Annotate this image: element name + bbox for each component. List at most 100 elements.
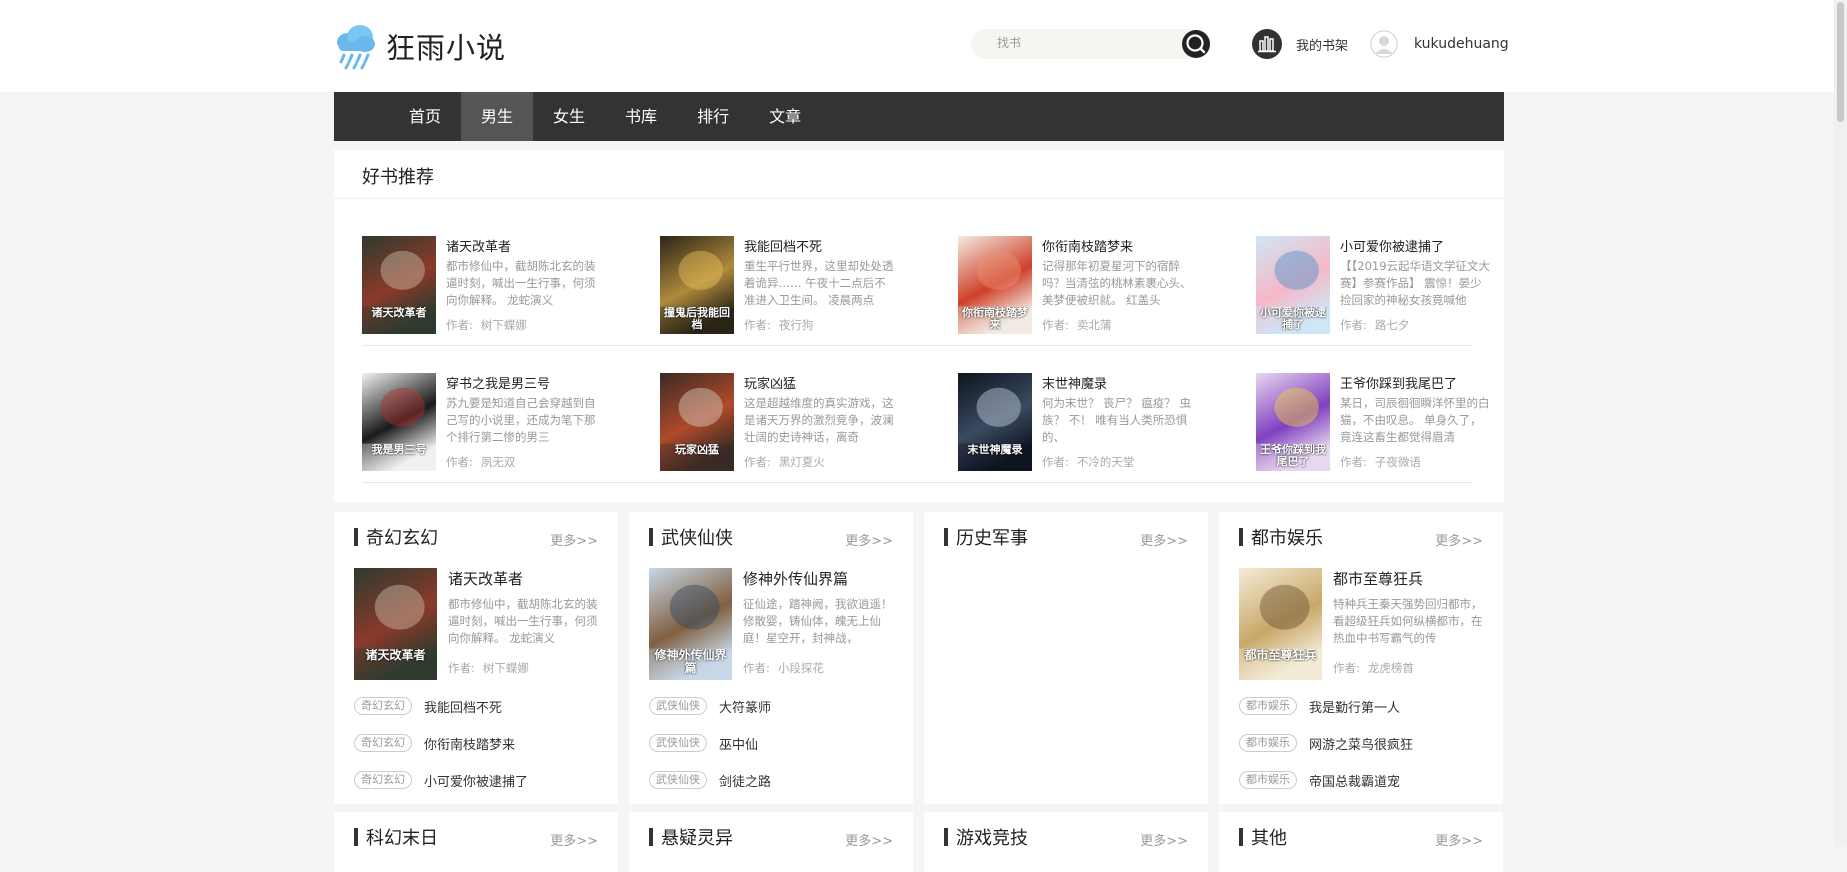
book-cover[interactable]: 都市至尊狂兵	[1239, 568, 1322, 680]
category-title[interactable]: 科幻末日	[366, 824, 438, 850]
list-item[interactable]: 都市娱乐 我是勤行第一人	[1239, 696, 1400, 716]
category-title[interactable]: 游戏竞技	[956, 824, 1028, 850]
category-tag[interactable]: 武侠仙侠	[649, 734, 707, 752]
book-title[interactable]: 末世神魔录	[1042, 373, 1107, 392]
recommend-book[interactable]: 王爷你踩到我尾巴了 王爷你踩到我尾巴了 某日，司辰徊徊瞬洋怀里的白猫，不由叹息。 单…	[1256, 373, 1516, 473]
book-title[interactable]: 剑徒之路	[719, 771, 771, 790]
book-title[interactable]: 王爷你踩到我尾巴了	[1340, 373, 1457, 392]
category-title[interactable]: 其他	[1251, 824, 1287, 850]
book-cover[interactable]: 诸天改革者	[362, 236, 436, 334]
recommend-book[interactable]: 玩家凶猛 玩家凶猛 这是超越维度的真实游戏，这是诸天万界的激烈竞争，波澜壮阔的史诗神…	[660, 373, 920, 473]
featured-book[interactable]: 都市至尊狂兵 都市至尊狂兵 特种兵王秦天强势回归都市，看超级狂兵如何纵横都市，在热血…	[1239, 568, 1489, 682]
book-title[interactable]: 诸天改革者	[448, 568, 523, 589]
recommend-book[interactable]: 你衔南枝踏梦来 你衔南枝踏梦来 记得那年初夏星河下的宿醉吗？当清弦的桃林素裹心头、美…	[958, 236, 1218, 336]
more-link[interactable]: 更多>>	[1140, 530, 1188, 549]
category-title[interactable]: 武侠仙侠	[661, 524, 733, 550]
nav-item-ranking[interactable]: 排行	[677, 92, 749, 141]
book-title[interactable]: 你衔南枝踏梦来	[424, 734, 515, 753]
search-button[interactable]	[1182, 30, 1210, 58]
book-title[interactable]: 穿书之我是男三号	[446, 373, 550, 392]
category-tag[interactable]: 武侠仙侠	[649, 697, 707, 715]
recommend-book[interactable]: 撞鬼后我能回档 我能回档不死 重生平行世界，这里却处处透着诡异…… 午夜十二点后不准…	[660, 236, 920, 336]
category-title[interactable]: 历史军事	[956, 524, 1028, 550]
recommend-book[interactable]: 末世神魔录 末世神魔录 何为末世？ 丧尸？ 瘟疫？ 虫族？ 不！ 唯有当人类所恐惧的…	[958, 373, 1218, 473]
more-link[interactable]: 更多>>	[1435, 830, 1483, 849]
category-tag[interactable]: 奇幻玄幻	[354, 697, 412, 715]
category-tag[interactable]: 武侠仙侠	[649, 771, 707, 789]
category-tag[interactable]: 都市娱乐	[1239, 771, 1297, 789]
author-name[interactable]: 龙虎榜首	[1368, 661, 1414, 675]
book-cover[interactable]: 末世神魔录	[958, 373, 1032, 471]
category-tag[interactable]: 奇幻玄幻	[354, 734, 412, 752]
book-title[interactable]: 网游之菜鸟很疯狂	[1309, 734, 1413, 753]
book-title[interactable]: 小可爱你被逮捕了	[424, 771, 528, 790]
category-tag[interactable]: 都市娱乐	[1239, 734, 1297, 752]
book-title[interactable]: 我是勤行第一人	[1309, 697, 1400, 716]
nav-item-articles[interactable]: 文章	[749, 92, 821, 141]
author-name[interactable]: 路七夕	[1375, 318, 1410, 332]
list-item[interactable]: 武侠仙侠 巫中仙	[649, 733, 758, 753]
more-link[interactable]: 更多>>	[1140, 830, 1188, 849]
book-cover[interactable]: 王爷你踩到我尾巴了	[1256, 373, 1330, 471]
book-title[interactable]: 帝国总裁霸道宠	[1309, 771, 1400, 790]
list-item[interactable]: 都市娱乐 帝国总裁霸道宠	[1239, 770, 1400, 790]
author-name[interactable]: 不冷的天堂	[1077, 455, 1135, 469]
book-cover[interactable]: 小可爱你被逮捕了	[1256, 236, 1330, 334]
page-scrollbar[interactable]	[1834, 0, 1847, 847]
list-item[interactable]: 奇幻玄幻 小可爱你被逮捕了	[354, 770, 528, 790]
book-title[interactable]: 小可爱你被逮捕了	[1340, 236, 1444, 255]
recommend-book[interactable]: 诸天改革者 诸天改革者 都市修仙中，截胡陈北玄的装逼时刻，喊出一生行事，何须向你解释…	[362, 236, 622, 336]
book-title[interactable]: 我能回档不死	[744, 236, 822, 255]
bookshelf-link[interactable]: 我的书架	[1252, 29, 1348, 59]
book-title[interactable]: 玩家凶猛	[744, 373, 796, 392]
more-link[interactable]: 更多>>	[845, 530, 893, 549]
list-item[interactable]: 奇幻玄幻 我能回档不死	[354, 696, 502, 716]
list-item[interactable]: 武侠仙侠 剑徒之路	[649, 770, 771, 790]
more-link[interactable]: 更多>>	[550, 530, 598, 549]
author-name[interactable]: 子夜微语	[1375, 455, 1421, 469]
book-title[interactable]: 诸天改革者	[446, 236, 511, 255]
book-title[interactable]: 都市至尊狂兵	[1333, 568, 1423, 589]
list-item[interactable]: 武侠仙侠 大符篆师	[649, 696, 771, 716]
more-link[interactable]: 更多>>	[550, 830, 598, 849]
category-tag[interactable]: 奇幻玄幻	[354, 771, 412, 789]
list-item[interactable]: 都市娱乐 网游之菜鸟很疯狂	[1239, 733, 1413, 753]
book-cover[interactable]: 诸天改革者	[354, 568, 437, 680]
more-link[interactable]: 更多>>	[1435, 530, 1483, 549]
nav-item-male[interactable]: 男生	[461, 92, 534, 141]
scrollbar-thumb[interactable]	[1837, 2, 1844, 122]
recommend-book[interactable]: 小可爱你被逮捕了 小可爱你被逮捕了 【【2019云起华语文学征文大赛】参赛作品】 震…	[1256, 236, 1516, 336]
book-cover[interactable]: 修神外传仙界篇	[649, 568, 732, 680]
category-title[interactable]: 悬疑灵异	[661, 824, 733, 850]
author-name[interactable]: 树下蝶娜	[481, 318, 527, 332]
book-cover[interactable]: 你衔南枝踏梦来	[958, 236, 1032, 334]
featured-book[interactable]: 修神外传仙界篇 修神外传仙界篇 征仙途，踏神阙，我欲逍遥！修散婴，铸仙体，魄无上仙庭…	[649, 568, 899, 682]
category-tag[interactable]: 都市娱乐	[1239, 697, 1297, 715]
book-cover[interactable]: 我是男三号	[362, 373, 436, 471]
nav-item-library[interactable]: 书库	[605, 92, 677, 141]
author-name[interactable]: 夜行狗	[779, 318, 814, 332]
book-title[interactable]: 巫中仙	[719, 734, 758, 753]
list-item[interactable]: 奇幻玄幻 你衔南枝踏梦来	[354, 733, 515, 753]
author-name[interactable]: 小段探花	[778, 661, 824, 675]
more-link[interactable]: 更多>>	[845, 830, 893, 849]
book-cover[interactable]: 撞鬼后我能回档	[660, 236, 734, 334]
search-input[interactable]	[995, 35, 1169, 51]
author-name[interactable]: 黑灯夏火	[779, 455, 825, 469]
category-title[interactable]: 奇幻玄幻	[366, 524, 438, 550]
book-title[interactable]: 修神外传仙界篇	[743, 568, 848, 589]
recommend-book[interactable]: 我是男三号 穿书之我是男三号 苏九要是知道自己会穿越到自己写的小说里，还成为笔下那个…	[362, 373, 622, 473]
author-name[interactable]: 卖北蒲	[1077, 318, 1112, 332]
author-name[interactable]: 树下蝶娜	[483, 661, 529, 675]
book-title[interactable]: 大符篆师	[719, 697, 771, 716]
category-title[interactable]: 都市娱乐	[1251, 524, 1323, 550]
book-cover[interactable]: 玩家凶猛	[660, 373, 734, 471]
nav-item-home[interactable]: 首页	[389, 92, 461, 141]
author-name[interactable]: 夙无双	[481, 455, 516, 469]
book-title[interactable]: 你衔南枝踏梦来	[1042, 236, 1133, 255]
featured-book[interactable]: 诸天改革者 诸天改革者 都市修仙中，截胡陈北玄的装逼时刻，喊出一生行事，何须向你解释…	[354, 568, 604, 682]
user-menu[interactable]: kukudehuang	[1370, 29, 1509, 59]
book-title[interactable]: 我能回档不死	[424, 697, 502, 716]
site-logo[interactable]: 狂雨小说	[334, 18, 506, 74]
nav-item-female[interactable]: 女生	[533, 92, 605, 141]
